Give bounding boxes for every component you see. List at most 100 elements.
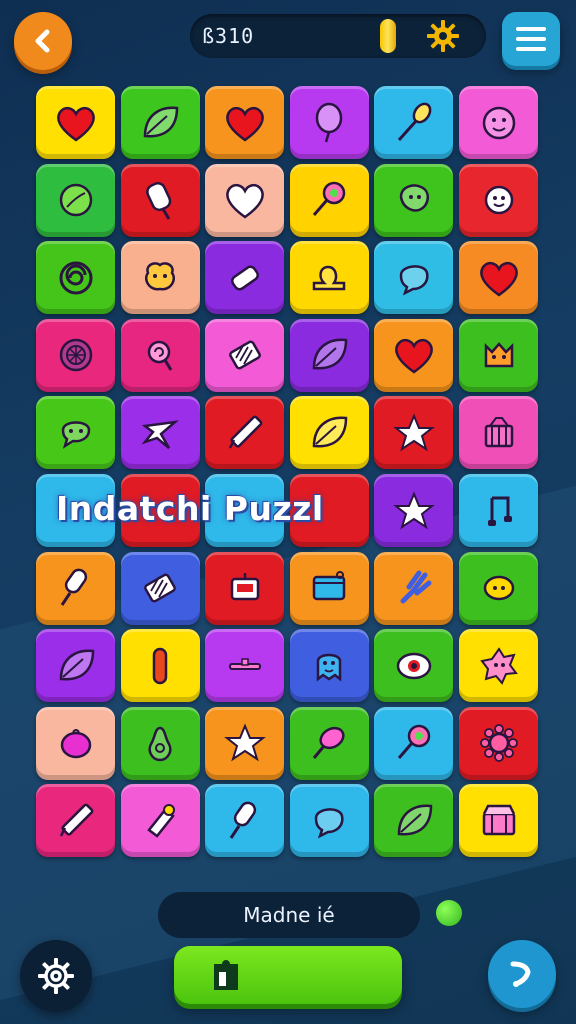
board-tile[interactable] — [36, 474, 115, 547]
board-tile[interactable] — [289, 318, 369, 392]
board-tile[interactable] — [374, 629, 454, 703]
board-tile[interactable] — [36, 629, 115, 703]
board-tile[interactable] — [459, 163, 538, 237]
leaf-icon — [135, 98, 185, 148]
board-tile[interactable] — [374, 706, 454, 780]
board-tile[interactable] — [36, 318, 115, 392]
star-icon — [389, 486, 439, 536]
swirl-icon — [51, 253, 101, 303]
flower-face-icon — [474, 641, 524, 691]
board-tile[interactable] — [289, 474, 369, 547]
leaf-icon — [51, 641, 101, 691]
board-tile[interactable] — [36, 706, 115, 780]
board-tile[interactable] — [120, 163, 200, 237]
board-tile[interactable] — [459, 241, 538, 315]
board-tile[interactable] — [459, 86, 538, 159]
board-tile[interactable] — [120, 474, 200, 547]
board-tile[interactable] — [120, 551, 200, 625]
board-tile[interactable] — [120, 706, 200, 780]
coin-icon — [380, 19, 396, 53]
lime-icon — [51, 175, 101, 225]
ice-cream-icon — [304, 718, 354, 768]
board-tile[interactable] — [205, 551, 285, 625]
board-tile[interactable] — [36, 86, 115, 159]
score-value: ß310 — [202, 24, 255, 48]
grill-icon — [220, 330, 270, 380]
board-tile[interactable] — [205, 629, 285, 703]
board-tile[interactable] — [120, 629, 200, 703]
settings-button[interactable] — [20, 940, 92, 1012]
board-tile[interactable] — [374, 784, 454, 858]
star-icon — [389, 408, 439, 458]
board-tile[interactable] — [205, 241, 285, 315]
board-tile[interactable] — [289, 241, 369, 315]
duck-icon — [304, 253, 354, 303]
status-pill: Madne ié — [158, 892, 420, 938]
board-tile[interactable] — [205, 706, 285, 780]
citrus-icon — [51, 330, 101, 380]
blob-icon — [389, 175, 439, 225]
board-tile[interactable] — [289, 784, 369, 858]
board-tile[interactable] — [205, 163, 285, 237]
board-tile[interactable] — [205, 474, 285, 547]
heart-icon — [389, 330, 439, 380]
board-tile[interactable] — [289, 706, 369, 780]
line-icon — [220, 641, 270, 691]
board-tile[interactable] — [289, 629, 369, 703]
board-tile[interactable] — [120, 784, 200, 858]
menu-button[interactable] — [502, 12, 560, 66]
basket-icon — [474, 408, 524, 458]
board-tile[interactable] — [205, 86, 285, 159]
board-tile[interactable] — [205, 784, 285, 858]
board-tile[interactable] — [120, 241, 200, 315]
board-tile[interactable] — [374, 318, 454, 392]
board-tile[interactable] — [374, 396, 454, 470]
board-tile[interactable] — [374, 163, 454, 237]
cone-icon — [135, 796, 185, 846]
board-tile[interactable] — [459, 318, 538, 392]
board-tile[interactable] — [36, 551, 115, 625]
sun-face-icon — [474, 175, 524, 225]
board-tile[interactable] — [289, 396, 369, 470]
capsule-icon — [135, 641, 185, 691]
candy-icon — [135, 330, 185, 380]
tv-icon — [220, 563, 270, 613]
arrow-next-icon — [510, 961, 531, 987]
board-tile[interactable] — [459, 629, 538, 703]
board-tile[interactable] — [289, 86, 369, 159]
board-tile[interactable] — [459, 551, 538, 625]
sun-gear-icon[interactable] — [426, 19, 460, 53]
board-tile[interactable] — [374, 86, 454, 159]
board-tile[interactable] — [36, 163, 115, 237]
lollipop-icon — [389, 718, 439, 768]
board-tile[interactable] — [36, 784, 115, 858]
board-tile[interactable] — [205, 318, 285, 392]
board-tile[interactable] — [36, 396, 115, 470]
board-tile[interactable] — [374, 551, 454, 625]
back-button[interactable] — [14, 12, 72, 70]
board-tile[interactable] — [120, 396, 200, 470]
leaf-icon — [304, 408, 354, 458]
board-tile[interactable] — [459, 474, 538, 547]
box-icon — [304, 563, 354, 613]
play-button[interactable] — [174, 946, 402, 1004]
heart-icon — [220, 98, 270, 148]
pencil-icon — [51, 796, 101, 846]
board-tile[interactable] — [374, 241, 454, 315]
berry-icon — [51, 718, 101, 768]
board-tile[interactable] — [289, 551, 369, 625]
music-note-icon — [474, 486, 524, 536]
board-tile[interactable] — [289, 163, 369, 237]
board-tile[interactable] — [459, 784, 538, 858]
board-tile[interactable] — [36, 241, 115, 315]
board-tile[interactable] — [120, 86, 200, 159]
next-button[interactable] — [488, 940, 556, 1008]
board-tile[interactable] — [205, 396, 285, 470]
board-tile[interactable] — [459, 706, 538, 780]
board-tile[interactable] — [459, 396, 538, 470]
pear-icon — [135, 718, 185, 768]
board-tile[interactable] — [120, 318, 200, 392]
leaf-icon — [304, 330, 354, 380]
board-tile[interactable] — [374, 474, 454, 547]
puzzle-board — [36, 86, 544, 866]
